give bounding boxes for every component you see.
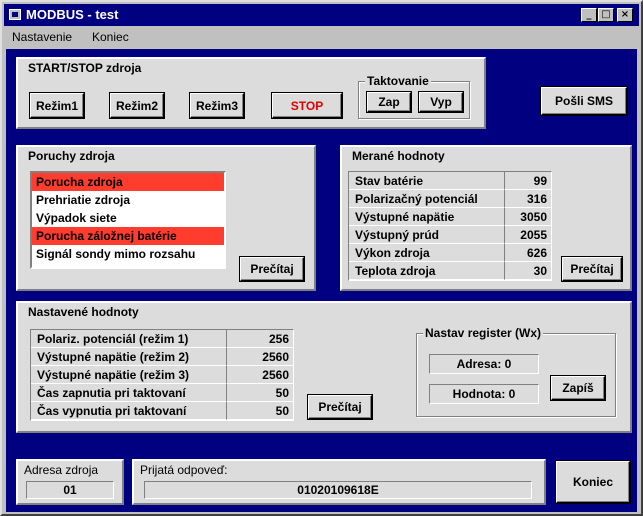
measured-value: 30 xyxy=(505,262,551,280)
measured-value: 3050 xyxy=(505,208,551,226)
settings-label: Čas zapnutia pri taktovaní xyxy=(31,384,227,402)
settings-value: 2560 xyxy=(227,348,293,366)
address-title: Adresa zdroja xyxy=(24,463,99,477)
response-title: Prijatá odpoveď: xyxy=(140,463,228,477)
menu-bar: Nastavenie Koniec xyxy=(4,27,639,47)
clocking-title: Taktovanie xyxy=(365,74,431,88)
register-title: Nastav register (Wx) xyxy=(423,326,544,340)
minimize-button[interactable]: _ xyxy=(581,8,597,22)
settings-label: Výstupné napätie (režim 3) xyxy=(31,366,227,384)
settings-panel: Nastavené hodnoty Polariz. potenciál (re… xyxy=(16,301,632,433)
send-sms-button[interactable]: Pošli SMS xyxy=(541,87,627,115)
measured-row: Polarizačný potenciál 316 xyxy=(349,190,551,208)
measured-label: Výstupné napätie xyxy=(349,208,505,226)
faults-title: Poruchy zdroja xyxy=(26,149,117,163)
measured-title: Merané hodnoty xyxy=(350,149,447,163)
fault-item: Porucha záložnej batérie xyxy=(32,227,224,245)
settings-row: Výstupné napätie (režim 2) 2560 xyxy=(31,348,293,366)
settings-row: Výstupné napätie (režim 3) 2560 xyxy=(31,366,293,384)
measured-value: 626 xyxy=(505,244,551,262)
fault-item: Prehriatie zdroja xyxy=(36,193,131,207)
startstop-panel: START/STOP zdroja Režim1 Režim2 Režim3 S… xyxy=(16,57,486,129)
faults-list: Porucha zdroja Prehriatie zdroja Výpadok… xyxy=(30,171,226,269)
address-value: 01 xyxy=(26,481,114,499)
measured-row: Stav batérie 99 xyxy=(349,172,551,190)
measured-row: Výkon zdroja 626 xyxy=(349,244,551,262)
faults-panel: Poruchy zdroja Porucha zdroja Prehriatie… xyxy=(16,145,316,291)
mode1-button[interactable]: Režim1 xyxy=(30,93,84,118)
client-area: START/STOP zdroja Režim1 Režim2 Režim3 S… xyxy=(6,49,637,512)
measured-label: Výkon zdroja xyxy=(349,244,505,262)
menu-nastavenie[interactable]: Nastavenie xyxy=(12,30,72,44)
window-title: MODBUS - test xyxy=(26,7,119,22)
measured-row: Teplota zdroja 30 xyxy=(349,262,551,280)
register-value-field[interactable]: Hodnota: 0 xyxy=(429,384,539,404)
faults-read-button[interactable]: Prečítaj xyxy=(240,257,304,281)
measured-table: Stav batérie 99 Polarizačný potenciál 316 … xyxy=(348,171,552,281)
app-icon xyxy=(9,9,21,20)
measured-label: Polarizačný potenciál xyxy=(349,190,505,208)
exit-button[interactable]: Koniec xyxy=(556,461,630,503)
settings-value: 50 xyxy=(227,384,293,402)
fault-item: Porucha zdroja xyxy=(32,173,224,191)
address-panel: Adresa zdroja 01 xyxy=(16,459,124,505)
measured-panel: Merané hodnoty Stav batérie 99 Polarizačn… xyxy=(340,145,632,291)
measured-row: Výstupný prúd 2055 xyxy=(349,226,551,244)
measured-value: 99 xyxy=(505,172,551,190)
close-button[interactable]: × xyxy=(617,8,633,22)
clocking-on-button[interactable]: Zap xyxy=(367,92,411,112)
settings-label: Výstupné napätie (režim 2) xyxy=(31,348,227,366)
measured-read-button[interactable]: Prečítaj xyxy=(562,257,622,281)
register-group: Nastav register (Wx) Adresa: 0 Hodnota: … xyxy=(416,326,616,417)
response-value: 01020109618E xyxy=(144,481,532,499)
settings-row: Čas vypnutia pri taktovaní 50 xyxy=(31,402,293,420)
response-panel: Prijatá odpoveď: 01020109618E xyxy=(132,459,546,505)
clocking-group: Taktovanie Zap Vyp xyxy=(358,74,470,119)
maximize-button[interactable]: □ xyxy=(598,8,614,22)
fault-item: Výpadok siete xyxy=(36,211,117,225)
write-button[interactable]: Zapíš xyxy=(551,376,605,400)
settings-value: 256 xyxy=(227,330,293,348)
settings-read-button[interactable]: Prečítaj xyxy=(308,395,372,419)
fault-item: Signál sondy mimo rozsahu xyxy=(36,247,196,261)
measured-value: 2055 xyxy=(505,226,551,244)
settings-label: Polariz. potenciál (režim 1) xyxy=(31,330,227,348)
mode2-button[interactable]: Režim2 xyxy=(110,93,164,118)
register-address-field[interactable]: Adresa: 0 xyxy=(429,354,539,374)
title-bar: MODBUS - test _ □ × xyxy=(4,4,639,26)
settings-title: Nastavené hodnoty xyxy=(26,305,141,319)
stop-button[interactable]: STOP xyxy=(272,93,342,118)
settings-value: 2560 xyxy=(227,366,293,384)
app-window: MODBUS - test _ □ × Nastavenie Koniec ST… xyxy=(0,0,643,516)
settings-value: 50 xyxy=(227,402,293,420)
menu-koniec[interactable]: Koniec xyxy=(92,30,129,44)
mode3-button[interactable]: Režim3 xyxy=(190,93,244,118)
clocking-off-button[interactable]: Vyp xyxy=(419,92,463,112)
settings-label: Čas vypnutia pri taktovaní xyxy=(31,402,227,420)
settings-row: Čas zapnutia pri taktovaní 50 xyxy=(31,384,293,402)
measured-value: 316 xyxy=(505,190,551,208)
measured-row: Výstupné napätie 3050 xyxy=(349,208,551,226)
startstop-title: START/STOP zdroja xyxy=(26,61,144,75)
settings-table: Polariz. potenciál (režim 1) 256 Výstupné… xyxy=(30,329,294,421)
settings-row: Polariz. potenciál (režim 1) 256 xyxy=(31,330,293,348)
measured-label: Výstupný prúd xyxy=(349,226,505,244)
measured-label: Stav batérie xyxy=(349,172,505,190)
measured-label: Teplota zdroja xyxy=(349,262,505,280)
